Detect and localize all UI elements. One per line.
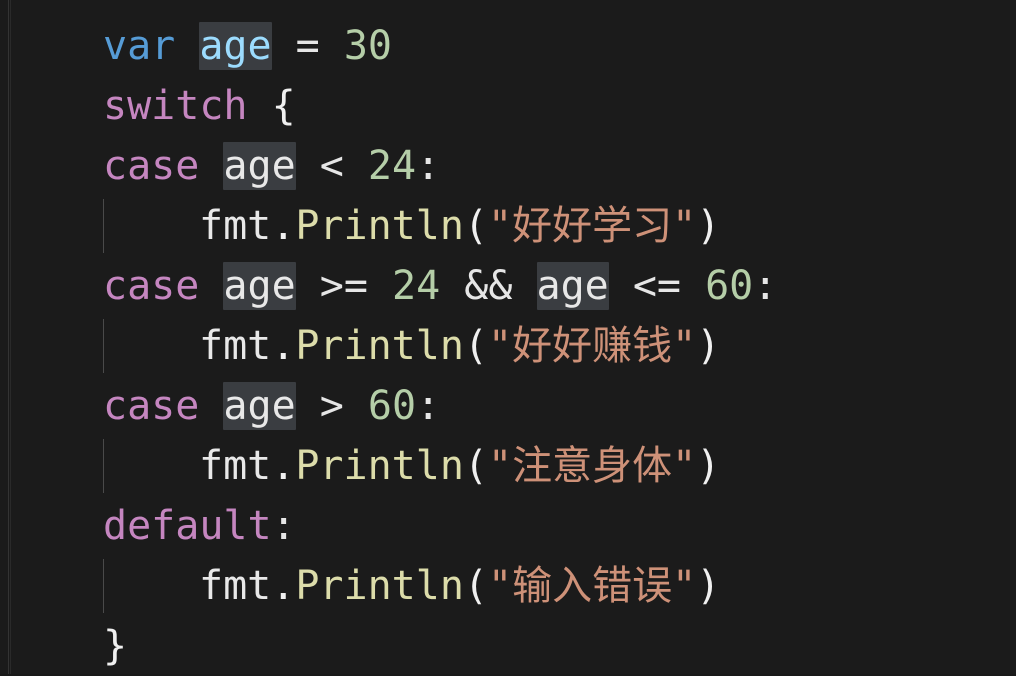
code-content[interactable]: var age = 30 switch {case age < 24: fmt.Pr… (0, 0, 1016, 676)
code-line[interactable]: switch { (0, 76, 1016, 136)
token: Println (295, 443, 464, 489)
token: . (271, 203, 296, 249)
token: && (440, 263, 537, 309)
token: var (103, 23, 176, 69)
code-editor[interactable]: var age = 30 switch {case age < 24: fmt.Pr… (0, 0, 1016, 674)
token: fmt (199, 203, 272, 249)
token: case (103, 383, 200, 429)
token: < (295, 143, 368, 189)
token: case (103, 143, 200, 189)
token: "输入错误" (488, 563, 697, 609)
token: >= (295, 263, 392, 309)
code-line[interactable]: } (0, 616, 1016, 676)
token: : (416, 383, 441, 429)
token: "好好学习" (488, 203, 697, 249)
code-line[interactable]: fmt.Println("好好赚钱") (0, 316, 1016, 376)
token-highlighted: age (223, 262, 296, 310)
token: Println (295, 323, 464, 369)
code-line[interactable]: case age > 60: (0, 376, 1016, 436)
code-line[interactable]: fmt.Println("注意身体") (0, 436, 1016, 496)
token: 30 (343, 23, 393, 69)
token: > (295, 383, 368, 429)
token: "注意身体" (488, 443, 697, 489)
code-line[interactable]: fmt.Println("输入错误") (0, 556, 1016, 616)
token: 60 (367, 383, 417, 429)
token: ( (463, 203, 489, 249)
token-highlighted: age (199, 22, 272, 70)
token: Println (295, 203, 464, 249)
token: . (271, 563, 296, 609)
token: ( (463, 563, 489, 609)
token: ) (696, 323, 721, 369)
token: default (103, 503, 272, 549)
token-highlighted: age (223, 142, 296, 190)
token: fmt (199, 563, 272, 609)
token: ) (696, 563, 721, 609)
token: : (271, 503, 296, 549)
token: 24 (392, 263, 441, 309)
code-line[interactable]: fmt.Println("好好学习") (0, 196, 1016, 256)
code-line[interactable]: default: (0, 496, 1016, 556)
token: ( (463, 323, 489, 369)
token: switch (103, 83, 248, 129)
token: . (271, 323, 296, 369)
token: ) (696, 443, 721, 489)
token: case (103, 263, 200, 309)
token: ) (696, 203, 721, 249)
code-line[interactable]: var age = 30 (0, 16, 1016, 76)
token: <= (608, 263, 706, 309)
code-line[interactable]: case age >= 24 && age <= 60: (0, 256, 1016, 316)
token: 24 (367, 143, 417, 189)
token: 60 (705, 263, 754, 309)
token: Println (295, 563, 464, 609)
token: fmt (199, 323, 272, 369)
token: . (271, 443, 296, 489)
code-line[interactable]: case age < 24: (0, 136, 1016, 196)
token-highlighted: age (223, 382, 296, 430)
token: ( (463, 443, 489, 489)
token: fmt (199, 443, 272, 489)
token-highlighted: age (536, 262, 609, 310)
token: : (753, 263, 778, 309)
token: = (271, 23, 344, 69)
token: } (103, 623, 128, 669)
token: { (271, 83, 296, 129)
token: "好好赚钱" (488, 323, 697, 369)
token: : (416, 143, 441, 189)
